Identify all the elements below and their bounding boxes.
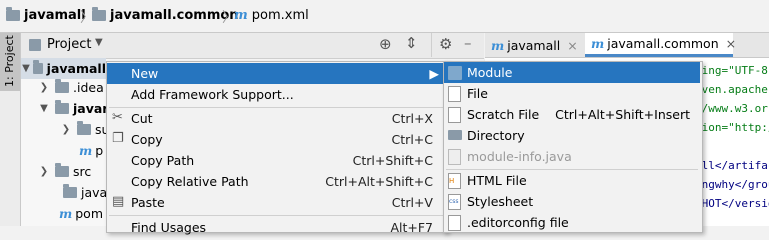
menu-item-copy[interactable]: ❐ Copy Ctrl+C [107,129,445,150]
tree-item-idea[interactable]: ❯ .idea [37,77,104,98]
navigation-bar: javamall 〉 javamall.common 〉 m pom.xml [0,0,769,33]
code-line: tion="http:// [695,121,769,134]
menu-item-scratch-file[interactable]: Scratch File Ctrl+Alt+Shift+Insert [444,104,700,125]
breadcrumb-item-module[interactable]: javamall.common [92,7,239,23]
chevron-down-icon: ▼ [22,63,30,74]
close-icon[interactable]: × [567,38,577,53]
tab-javamall-common[interactable]: m javamall.common × [585,33,736,57]
tree-item-module[interactable]: ▼ javar [37,98,108,119]
menu-item-cut[interactable]: ✂ Cut Ctrl+X [107,108,445,129]
code-line: SHOT</versio [695,197,769,210]
project-tool-tab[interactable]: 1: Project [0,33,20,91]
menu-separator [109,215,443,216]
project-view-icon [29,39,41,51]
locate-icon[interactable]: ⊕ [379,35,392,53]
chevron-right-icon: ▶ [429,66,439,81]
html-file-icon: H [448,173,461,189]
tool-window-strip: 1: Project [0,33,21,226]
breadcrumb-item-file[interactable]: m pom.xml [234,8,309,23]
chevron-right-icon: ❯ [39,82,49,93]
scratch-file-icon [448,107,461,123]
menu-item-copy-relative-path[interactable]: Copy Relative Path Ctrl+Alt+Shift+C [107,171,445,192]
folder-icon [55,79,69,93]
menu-item-module[interactable]: Module [444,62,700,83]
copy-icon: ❐ [112,131,124,146]
code-line: ding="UTF-8" [695,64,769,77]
tab-javamall[interactable]: m javamall × [485,33,581,57]
project-view-title[interactable]: Project [47,37,91,52]
maven-icon: m [234,8,248,23]
menu-item-file[interactable]: File [444,83,700,104]
code-line: all</artifac [695,159,769,172]
file-icon [63,184,77,198]
tree-item-root-pom[interactable]: m pom [59,203,103,224]
menu-item-paste[interactable]: ▤ Paste Ctrl+V [107,192,445,213]
tree-item-pom[interactable]: m p [79,140,103,161]
folder-icon [448,130,462,140]
maven-icon: m [491,37,505,53]
hide-icon[interactable]: – [464,34,472,52]
editor-tab-bar: m javamall × m javamall.common × [485,33,769,58]
folder-icon [92,7,106,21]
css-file-icon: css [448,194,461,210]
menu-item-find-usages[interactable]: Find Usages Alt+F7 [107,217,445,238]
context-menu: New ▶ Add Framework Support... ✂ Cut Ctr… [106,61,448,235]
code-line: aven.apache. [695,83,769,96]
maven-icon: m [79,143,93,158]
gear-icon[interactable]: ⚙ [439,35,452,53]
menu-item-html-file[interactable]: H HTML File [444,170,700,191]
module-icon [448,66,462,80]
folder-icon [55,163,69,177]
chevron-down-icon[interactable]: ▼ [95,37,103,48]
chevron-down-icon: ▼ [40,103,48,114]
folder-icon [32,60,43,74]
collapse-all-icon[interactable]: ⇕ [405,34,418,52]
settings-file-icon [448,215,461,231]
folder-icon [77,121,91,135]
chevron-right-icon: ❯ [61,124,71,135]
header-divider [431,33,432,57]
tree-item-root[interactable]: ▼ javamall [21,58,106,79]
breadcrumb-item-project[interactable]: javamall [6,7,86,23]
menu-item-add-framework-support[interactable]: Add Framework Support... [107,84,445,105]
folder-icon [55,100,69,114]
maven-icon: m [59,206,73,221]
menu-item-directory[interactable]: Directory [444,125,700,146]
code-line: ingwhy</group [695,178,769,191]
menu-item-module-info: module-info.java [444,146,700,167]
menu-item-new[interactable]: New ▶ [107,63,445,84]
clipboard-icon: ▤ [112,194,125,209]
scissors-icon: ✂ [112,110,123,125]
tree-item-src[interactable]: ❯ src [37,161,91,182]
new-submenu: Module File Scratch File Ctrl+Alt+Shift+… [443,61,703,233]
tree-item-submodule[interactable]: ❯ su [59,119,109,140]
maven-icon: m [591,36,605,51]
project-panel-header: Project ▼ ⊕ ⇕ ⚙ – [21,33,484,59]
folder-icon [6,7,20,21]
code-line: //www.w3.or [695,102,768,115]
menu-item-stylesheet[interactable]: css Stylesheet [444,191,700,212]
menu-item-copy-path[interactable]: Copy Path Ctrl+Shift+C [107,150,445,171]
tree-item-file[interactable]: javar [59,182,112,203]
java-file-icon [448,149,461,165]
file-icon [448,86,461,102]
menu-item-editorconfig[interactable]: .editorconfig file [444,212,700,233]
chevron-right-icon: ❯ [39,166,49,177]
close-icon[interactable]: × [726,36,736,51]
